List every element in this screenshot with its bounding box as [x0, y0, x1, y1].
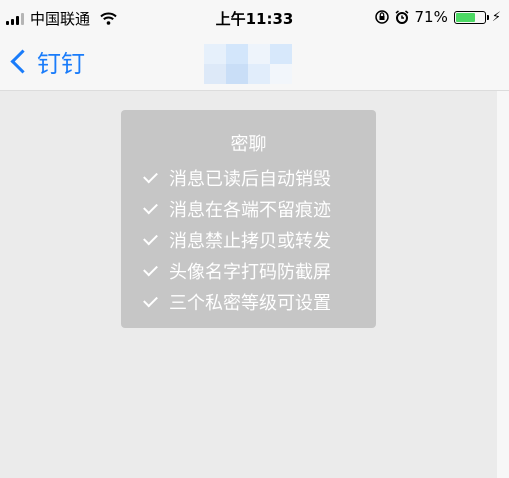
card-title: 密聊	[230, 134, 267, 155]
feature-list: 消息已读后自动销毁 消息在各端不留痕迹 消息禁止拷贝或转发 头像名字打码防截屏 …	[121, 162, 376, 317]
feature-item: 消息已读后自动销毁	[143, 162, 376, 193]
battery-level-fill	[455, 12, 476, 22]
alarm-icon	[395, 10, 408, 24]
check-icon	[143, 199, 158, 214]
battery-percentage: 71%	[414, 8, 448, 26]
feature-item: 头像名字打码防截屏	[143, 255, 376, 286]
status-right: 71% ⚡	[374, 8, 501, 26]
check-icon	[143, 261, 158, 276]
feature-text: 消息禁止拷贝或转发	[169, 230, 331, 252]
feature-text: 消息在各端不留痕迹	[169, 199, 331, 221]
check-icon	[143, 292, 158, 307]
chat-area: 密聊 消息已读后自动销毁 消息在各端不留痕迹 消息禁止拷贝或转发 头像名字打码防…	[0, 91, 497, 478]
feature-item: 三个私密等级可设置	[143, 286, 376, 317]
charging-bolt-icon: ⚡	[491, 9, 501, 25]
chevron-left-icon	[10, 49, 35, 74]
back-button[interactable]: 钉钉	[6, 44, 85, 79]
status-bar: 中国联通 上午11:33 71% ⚡	[0, 0, 509, 38]
check-icon	[143, 230, 158, 245]
back-button-label: 钉钉	[37, 50, 85, 78]
feature-text: 三个私密等级可设置	[169, 292, 331, 314]
secret-chat-info-card: 密聊 消息已读后自动销毁 消息在各端不留痕迹 消息禁止拷贝或转发 头像名字打码防…	[121, 110, 376, 328]
nav-bar: 钉钉	[0, 38, 509, 91]
orientation-lock-icon	[374, 10, 389, 24]
feature-text: 头像名字打码防截屏	[169, 261, 331, 283]
battery-icon	[453, 10, 489, 24]
blurred-chat-title	[204, 44, 292, 84]
feature-item: 消息在各端不留痕迹	[143, 193, 376, 224]
feature-item: 消息禁止拷贝或转发	[143, 224, 376, 255]
check-icon	[143, 168, 158, 183]
feature-text: 消息已读后自动销毁	[169, 168, 331, 190]
